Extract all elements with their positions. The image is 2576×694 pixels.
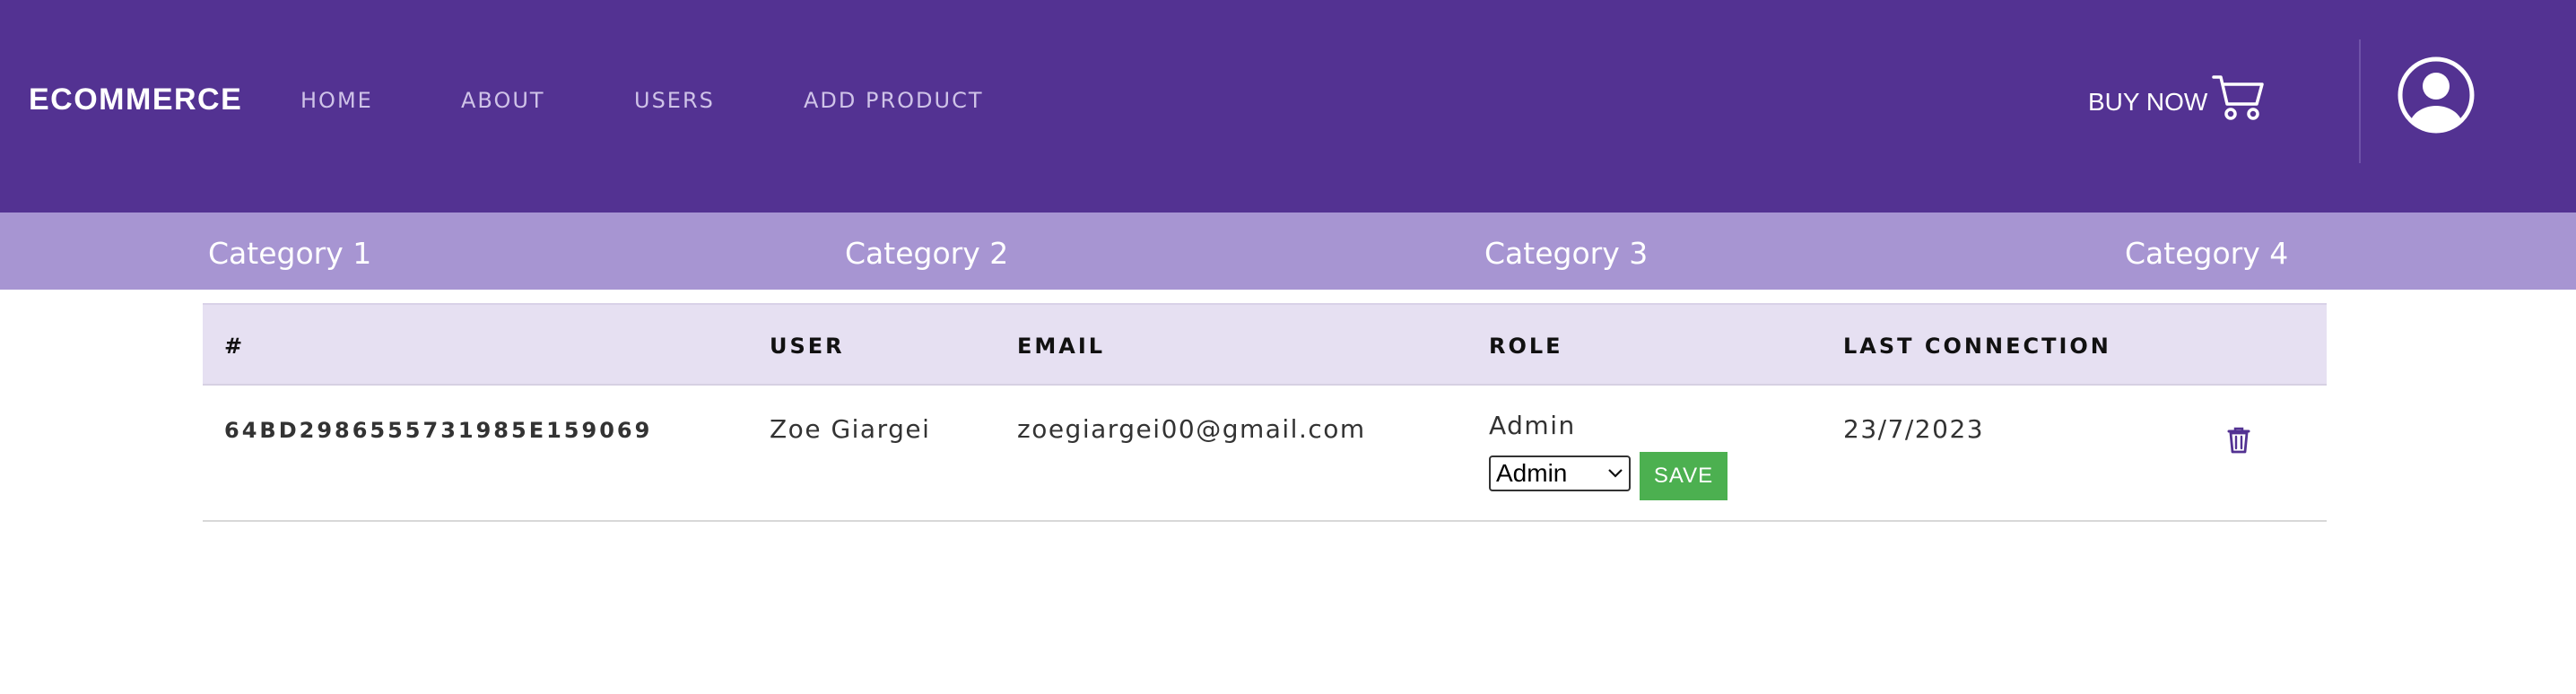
chevron-down-icon bbox=[1608, 469, 1623, 478]
role-select[interactable]: Admin bbox=[1489, 455, 1631, 491]
nav-link-home[interactable]: HOME bbox=[300, 88, 373, 113]
user-circle-icon[interactable] bbox=[2397, 56, 2476, 134]
trash-icon[interactable] bbox=[2226, 425, 2251, 454]
last-connection: 23/7/2023 bbox=[1843, 414, 1985, 444]
header-id: # bbox=[224, 334, 246, 359]
user-email: zoegiargei00@gmail.com bbox=[1017, 414, 1366, 444]
nav-link-users[interactable]: USERS bbox=[634, 88, 715, 113]
user-role: Admin bbox=[1489, 411, 1576, 440]
category-4[interactable]: Category 4 bbox=[2125, 236, 2288, 271]
table-header-row: # USER EMAIL ROLE LAST CONNECTION bbox=[203, 303, 2327, 386]
top-navbar: ECOMMERCE HOME ABOUT USERS ADD PRODUCT B… bbox=[0, 0, 2576, 213]
category-3[interactable]: Category 3 bbox=[1484, 236, 1648, 271]
category-1[interactable]: Category 1 bbox=[208, 236, 371, 271]
header-role: ROLE bbox=[1489, 334, 1563, 359]
category-bar: Category 1 Category 2 Category 3 Categor… bbox=[0, 213, 2576, 290]
role-select-value: Admin bbox=[1496, 459, 1568, 487]
nav-link-add-product[interactable]: ADD PRODUCT bbox=[804, 88, 984, 113]
save-role-button[interactable]: SAVE bbox=[1640, 452, 1727, 500]
header-last-connection: LAST CONNECTION bbox=[1843, 334, 2111, 359]
shopping-cart-icon[interactable] bbox=[2212, 72, 2264, 122]
users-table: # USER EMAIL ROLE LAST CONNECTION 64BD29… bbox=[203, 303, 2327, 522]
header-email: EMAIL bbox=[1017, 334, 1106, 359]
navbar-divider bbox=[2359, 39, 2361, 163]
user-name: Zoe Giargei bbox=[770, 414, 931, 444]
category-2[interactable]: Category 2 bbox=[845, 236, 1008, 271]
user-id: 64BD2986555731985E159069 bbox=[224, 418, 653, 443]
nav-link-about[interactable]: ABOUT bbox=[461, 88, 545, 113]
header-user: USER bbox=[770, 334, 845, 359]
table-row: 64BD2986555731985E159069 Zoe Giargei zoe… bbox=[203, 386, 2327, 522]
brand-logo[interactable]: ECOMMERCE bbox=[29, 82, 242, 117]
buy-now-link[interactable]: BUY NOW bbox=[2088, 88, 2207, 117]
